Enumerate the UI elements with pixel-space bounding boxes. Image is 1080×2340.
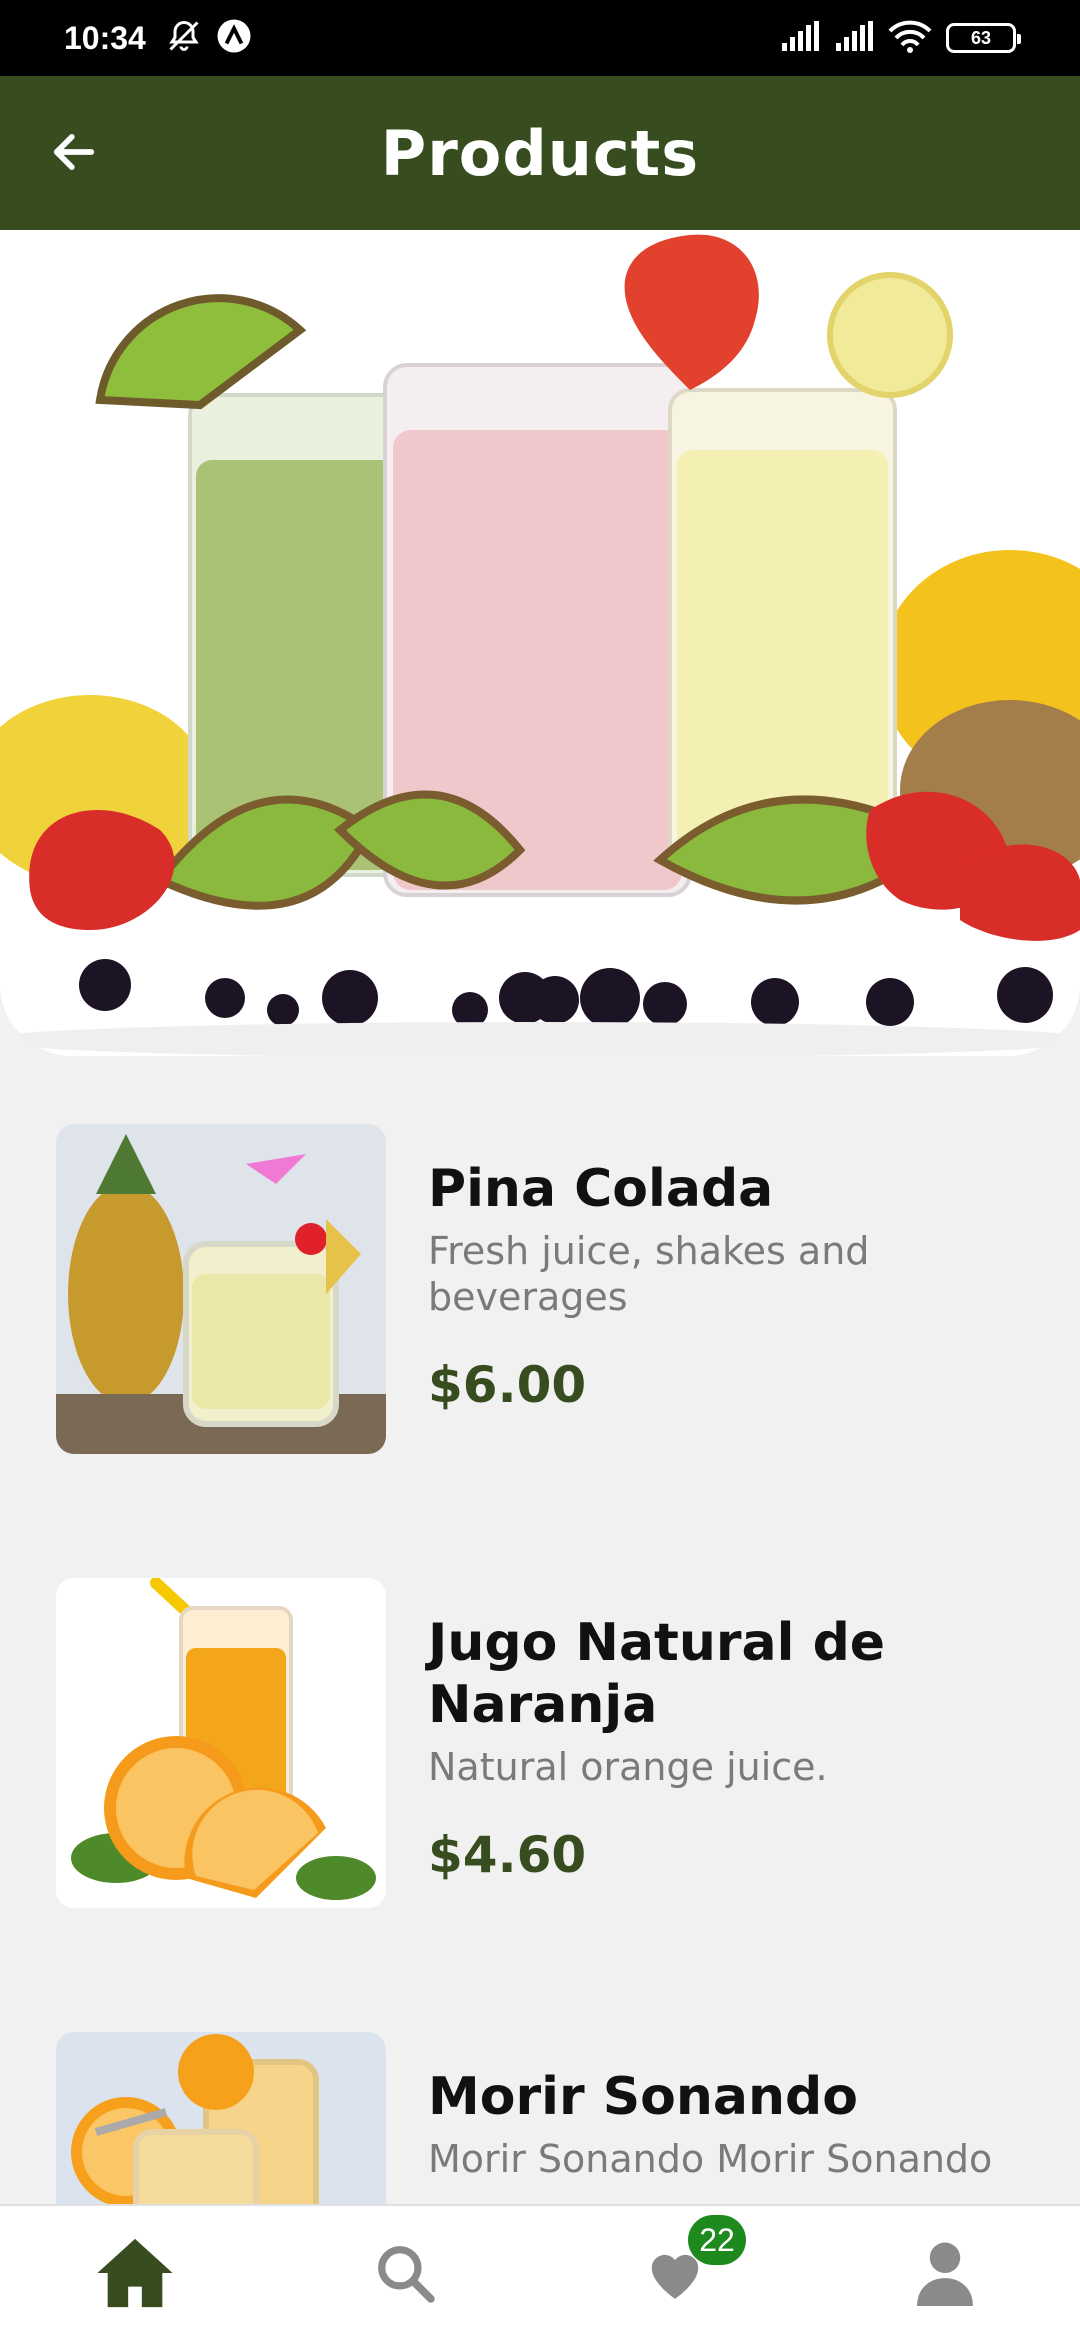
- product-name: Morir Sonando: [428, 2067, 858, 2127]
- battery-level: 63: [970, 27, 992, 48]
- product-description: Natural orange juice.: [428, 1745, 828, 1789]
- cell-signal-2-icon: [834, 21, 874, 55]
- product-item-jugo-naranja[interactable]: Jugo Natural de Naranja Natural orange j…: [56, 1578, 1026, 1908]
- search-icon: [378, 2246, 435, 2303]
- bell-off-icon: [166, 18, 202, 58]
- cell-signal-icon: [780, 21, 820, 55]
- nav-home-button[interactable]: [0, 2205, 270, 2340]
- arrow-left-icon: [53, 134, 95, 170]
- app-bar: Products: [0, 76, 1080, 230]
- nav-profile-button[interactable]: [810, 2205, 1080, 2340]
- product-price: $4.60: [428, 1826, 587, 1884]
- page-title: Products: [380, 116, 700, 190]
- profile-icon: [917, 2242, 973, 2306]
- product-price: $6.00: [428, 1356, 587, 1414]
- favorites-count-badge: 22: [688, 2215, 746, 2265]
- status-bar: 10:34 63: [0, 0, 1080, 76]
- product-name: Jugo Natural de Naranja: [428, 1613, 886, 1735]
- nav-search-button[interactable]: [270, 2205, 540, 2340]
- status-time: 10:34: [64, 19, 146, 56]
- nav-favorites-button[interactable]: 22: [540, 2205, 810, 2340]
- product-item-pina-colada[interactable]: Pina Colada Fresh juice, shakes and beve…: [56, 1124, 1026, 1454]
- product-name: Pina Colada: [428, 1159, 774, 1219]
- wifi-icon: [888, 19, 932, 57]
- home-icon: [97, 2238, 173, 2308]
- product-description: Fresh juice, shakes and beverages: [428, 1229, 870, 1319]
- bottom-navigation: 22: [0, 2204, 1080, 2340]
- product-thumbnail: [56, 1124, 386, 1454]
- app-notification-icon: [216, 18, 252, 58]
- battery-indicator: 63: [946, 23, 1021, 53]
- hero-banner-image: [0, 230, 1080, 1056]
- product-description: Morir Sonando Morir Sonando: [428, 2137, 993, 2181]
- back-button[interactable]: [36, 114, 112, 190]
- product-thumbnail: [56, 1578, 386, 1908]
